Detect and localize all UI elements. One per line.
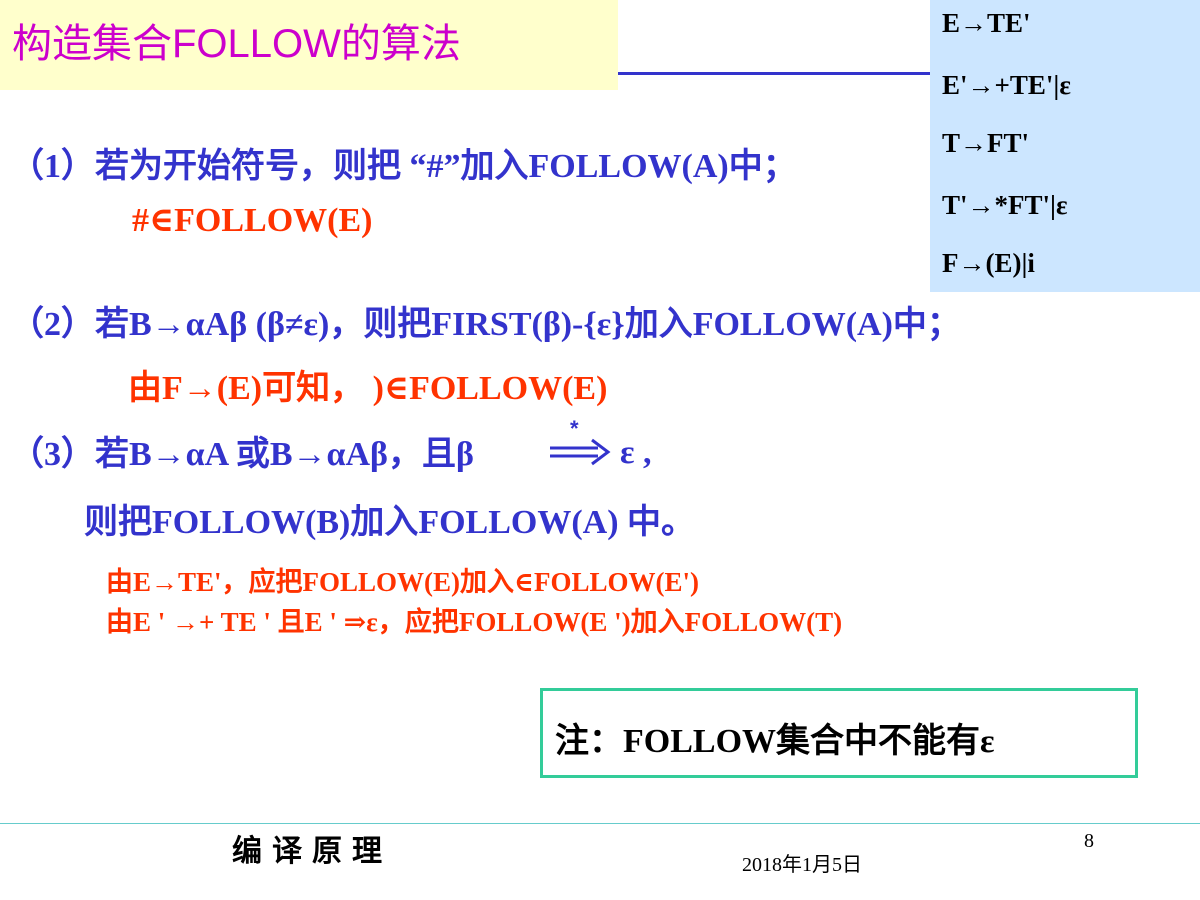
- grammar-box: E→TE' E'→+TE'|ε T→FT' T'→*FT'|ε F→(E)|i: [930, 0, 1200, 292]
- rule-3-example-1: 由E→TE'，应把FOLLOW(E)加入∈FOLLOW(E'): [106, 567, 700, 597]
- rule-2-example: 由F→(E)可知， )∈FOLLOW(E): [128, 370, 608, 407]
- page-number: 8: [1084, 830, 1094, 852]
- grammar-rule: F→(E)|i: [942, 248, 1035, 278]
- rule-3-epsilon: ε ,: [620, 434, 652, 471]
- rule-1-example: #∈FOLLOW(E): [132, 202, 373, 239]
- rule-1: （1）若为开始符号，则把 “#”加入FOLLOW(A)中；: [10, 148, 797, 185]
- note-text: 注：FOLLOW集合中不能有ε: [555, 723, 995, 760]
- footer-divider: [0, 823, 1200, 824]
- title-underline: [618, 72, 930, 75]
- grammar-rule: T'→*FT'|ε: [942, 190, 1068, 220]
- footer-course-title: 编译原理: [232, 835, 392, 868]
- footer-date: 2018年1月5日: [742, 854, 862, 876]
- rule-3: （3）若B→αA 或B→αAβ，且β: [10, 436, 474, 473]
- derive-star: *: [570, 420, 579, 441]
- note-box: 注：FOLLOW集合中不能有ε: [540, 688, 1138, 778]
- rule-2: （2）若B→αAβ (β≠ε)，则把FIRST(β)-{ε}加入FOLLOW(A…: [10, 306, 961, 343]
- derives-star-arrow-icon: *: [550, 420, 611, 466]
- rule-3-continuation: 则把FOLLOW(B)加入FOLLOW(A) 中。: [84, 504, 696, 541]
- rule-3-example-2: 由E ' →+ TE ' 且E ' ⇒ε，应把FOLLOW(E ')加入FOLL…: [106, 607, 843, 637]
- title-box: 构造集合FOLLOW的算法: [0, 0, 618, 90]
- slide: 构造集合FOLLOW的算法 E→TE' E'→+TE'|ε T→FT' T'→*…: [0, 0, 1200, 900]
- slide-title: 构造集合FOLLOW的算法: [12, 22, 461, 66]
- grammar-rule: T→FT': [942, 128, 1030, 158]
- grammar-rule: E'→+TE'|ε: [942, 70, 1071, 100]
- grammar-rule: E→TE': [942, 8, 1031, 38]
